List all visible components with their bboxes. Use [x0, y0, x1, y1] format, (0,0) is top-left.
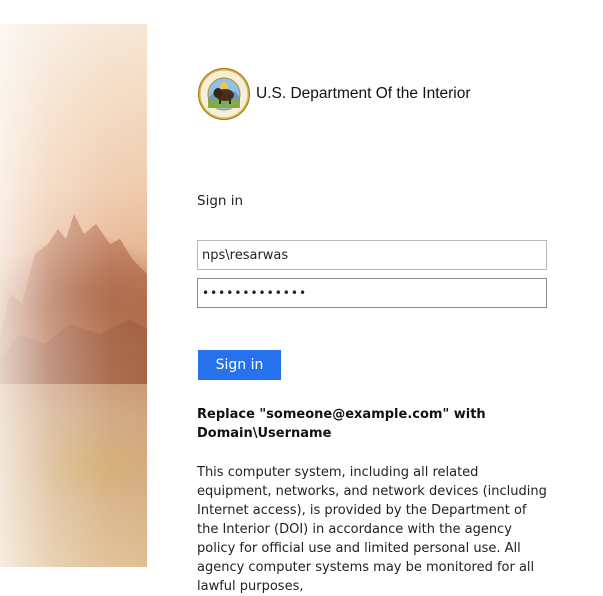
org-name: U.S. Department Of the Interior: [256, 85, 471, 102]
password-input[interactable]: [197, 278, 547, 308]
username-format-note: Replace "someone@example.com" with Domai…: [197, 407, 486, 441]
background-illustration: [0, 24, 147, 567]
signin-button[interactable]: Sign in: [198, 350, 281, 380]
org-header: U.S. Department Of the Interior: [197, 67, 471, 121]
signin-title: Sign in: [197, 193, 244, 209]
username-input[interactable]: [197, 240, 547, 270]
disclaimer-text: This computer system, including all rela…: [197, 465, 547, 594]
doi-seal-logo: [198, 68, 250, 120]
